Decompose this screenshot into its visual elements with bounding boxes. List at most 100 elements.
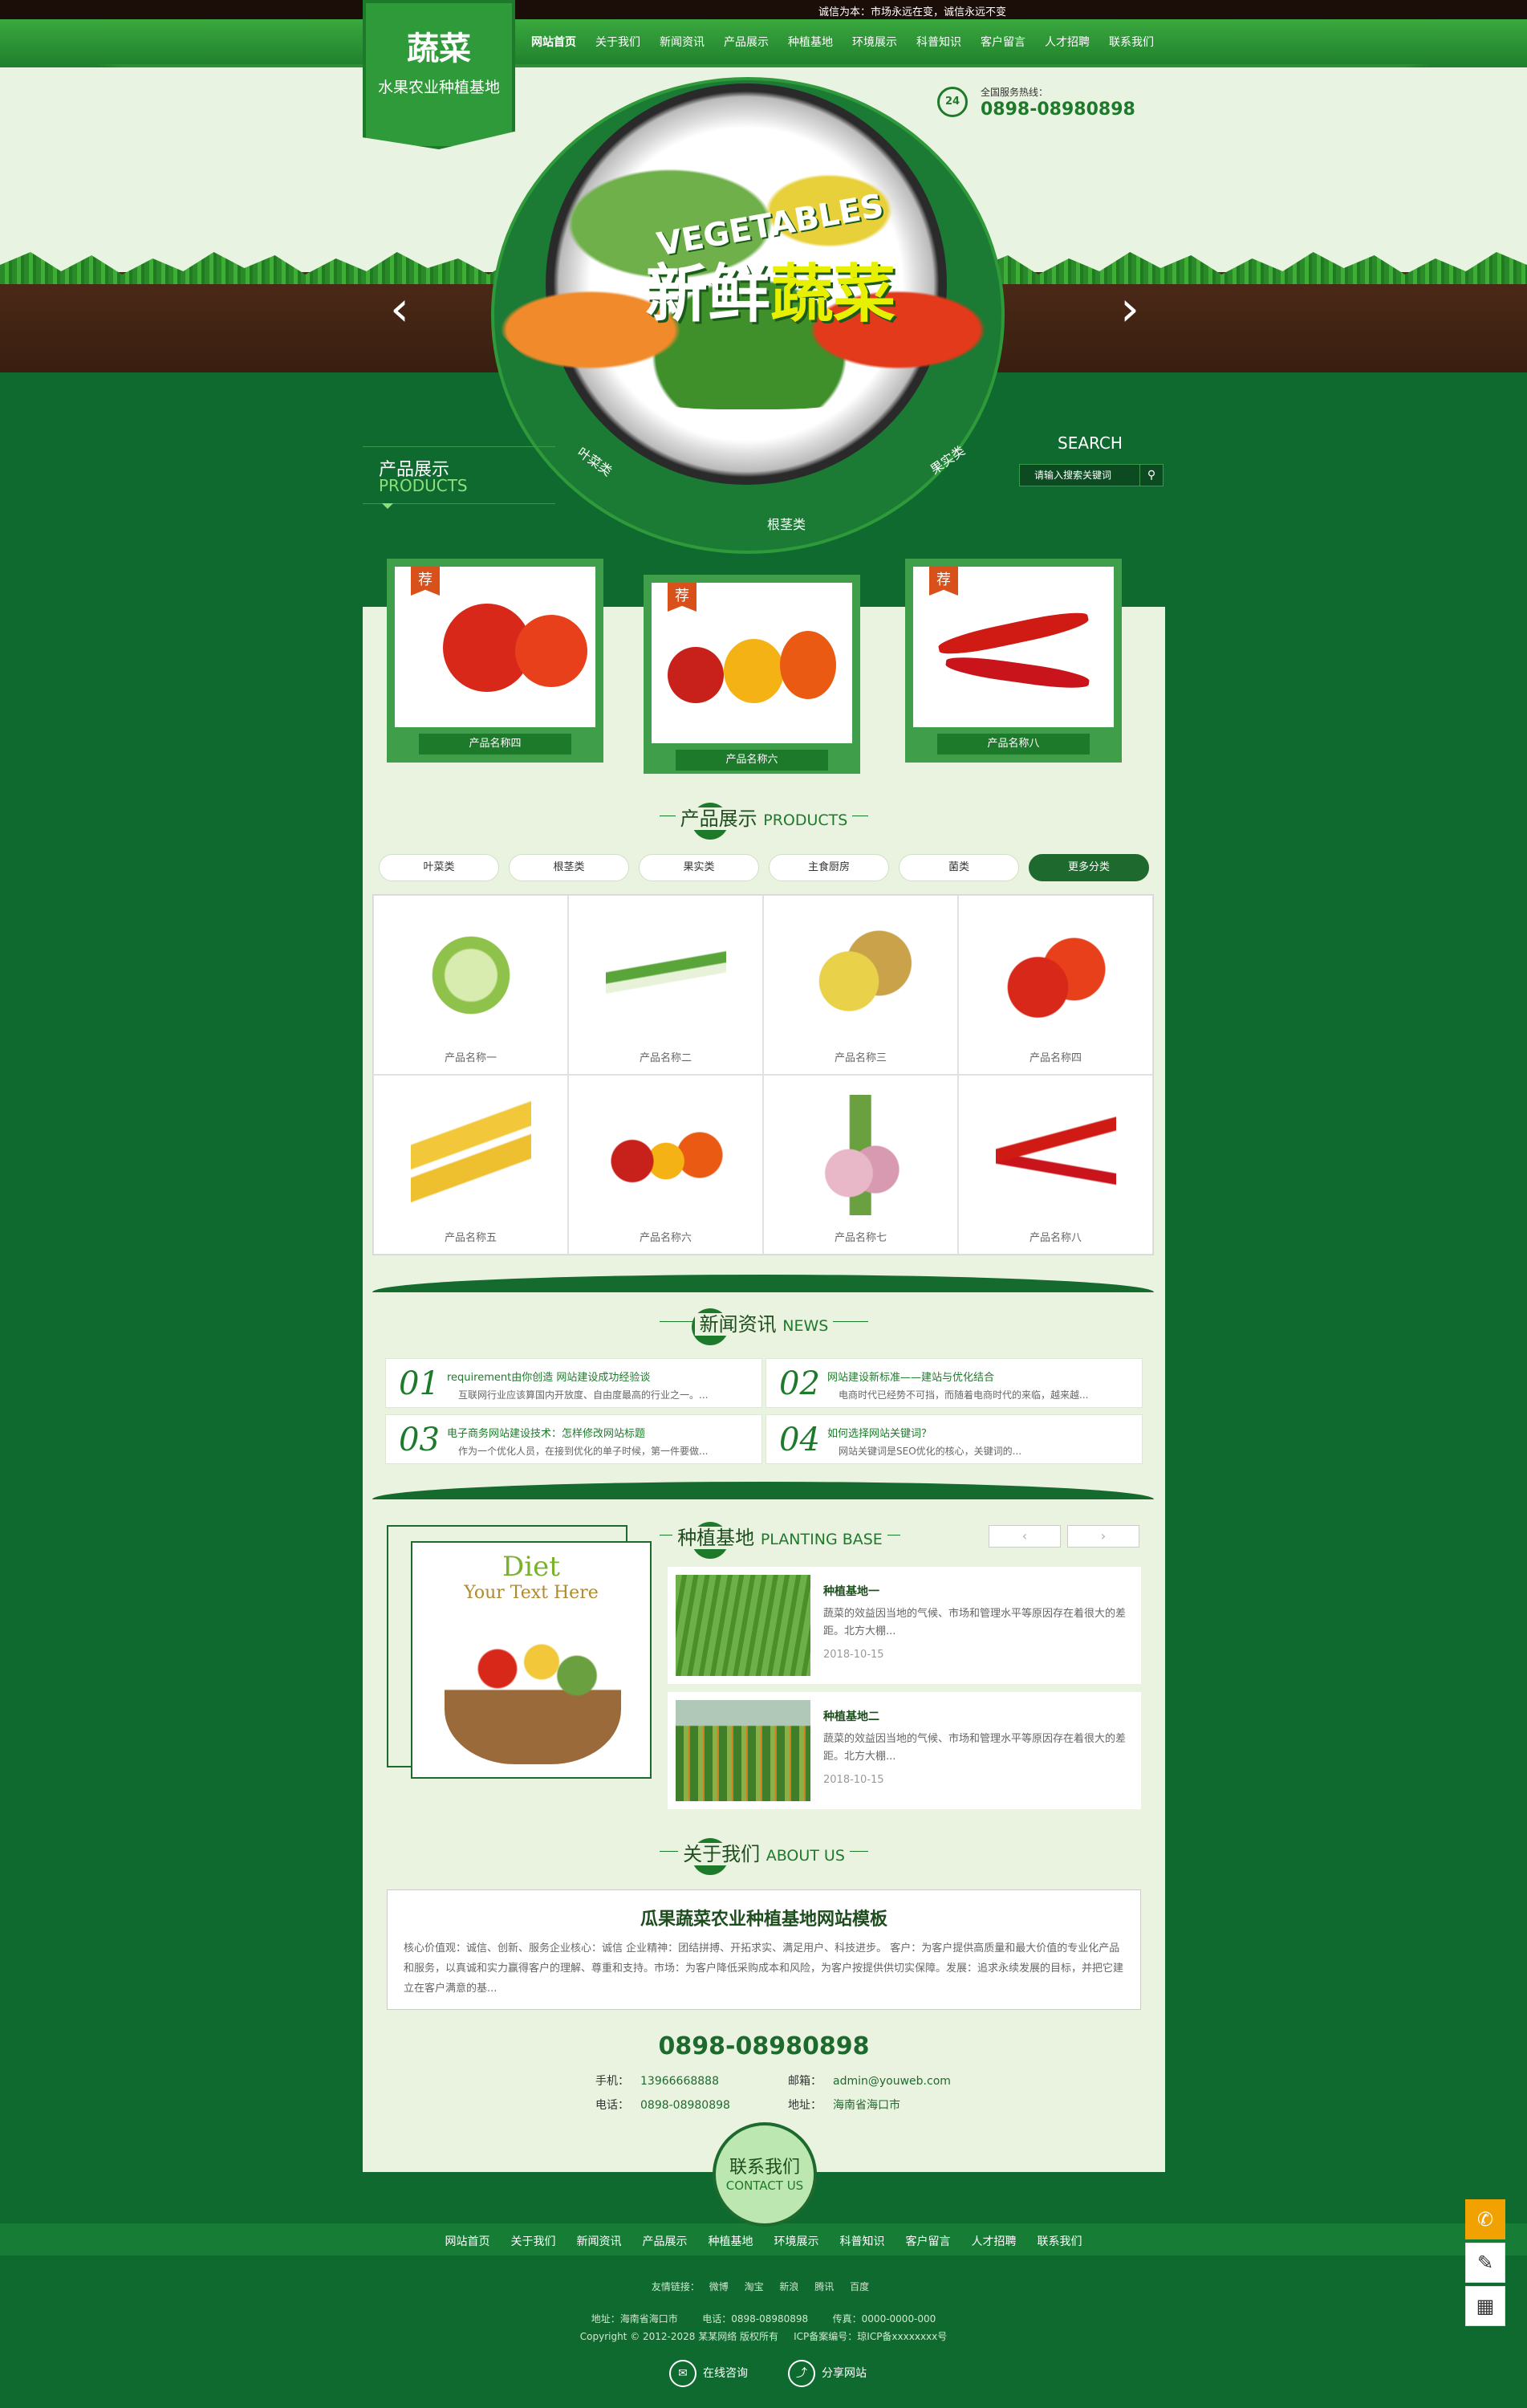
news-title[interactable]: 如何选择网站关键词？ bbox=[827, 1425, 932, 1440]
contact-us-cn: 联系我们 bbox=[729, 2158, 800, 2178]
base-item[interactable]: 种植基地二 蔬菜的效益因当地的气候、市场和管理水平等原因存在着很大的差距。北方大… bbox=[668, 1692, 1141, 1809]
base-next-button[interactable]: › bbox=[1067, 1525, 1139, 1548]
link-taobao[interactable]: 淘宝 bbox=[745, 2281, 764, 2292]
news-item[interactable]: 03 电子商务网站建设技术：怎样修改网站标题 作为一个优化人员，在接到优化的单子… bbox=[385, 1414, 762, 1464]
share-site[interactable]: ⤴ 分享网站 bbox=[788, 2360, 867, 2387]
chili-shape bbox=[936, 607, 1090, 660]
nav-products[interactable]: 产品展示 bbox=[714, 19, 778, 63]
nav-jobs[interactable]: 人才招聘 bbox=[1035, 19, 1099, 63]
nav-environment[interactable]: 环境展示 bbox=[843, 19, 907, 63]
wheel-root[interactable]: 根茎类 bbox=[767, 514, 806, 533]
footer-nav: 网站首页 关于我们 新闻资讯 产品展示 种植基地 环境展示 科普知识 客户留言 … bbox=[0, 2223, 1527, 2255]
news-item[interactable]: 04 如何选择网站关键词？ 网站关键词是SEO优化的核心，关键词的... bbox=[766, 1414, 1143, 1464]
news-title[interactable]: requirement由你创造 网站建设成功经验谈 bbox=[447, 1369, 650, 1384]
footer-nav-about[interactable]: 关于我们 bbox=[501, 2223, 567, 2255]
product-name: 产品名称一 bbox=[444, 1052, 497, 1064]
nav-science[interactable]: 科普知识 bbox=[907, 19, 971, 63]
link-tencent[interactable]: 腾讯 bbox=[814, 2281, 834, 2292]
base-item[interactable]: 种植基地一 蔬菜的效益因当地的气候、市场和管理水平等原因存在着很大的差距。北方大… bbox=[668, 1567, 1141, 1684]
footer-nav-science[interactable]: 科普知识 bbox=[830, 2223, 895, 2255]
contact-email: 邮箱： admin@youweb.com bbox=[788, 2072, 951, 2089]
product-image bbox=[800, 1095, 921, 1215]
pepper-shape bbox=[780, 631, 836, 699]
contact-address-value: 海南省海口市 bbox=[833, 2099, 900, 2112]
product-card[interactable]: 产品名称八 bbox=[958, 1075, 1153, 1255]
product-card[interactable]: 产品名称四 bbox=[958, 895, 1153, 1075]
base-prev-button[interactable]: ‹ bbox=[989, 1525, 1061, 1548]
product-card[interactable]: 产品名称五 bbox=[373, 1075, 568, 1255]
footer-nav-environment[interactable]: 环境展示 bbox=[764, 2223, 830, 2255]
banner-cn-b: 蔬菜 bbox=[770, 258, 896, 331]
featured-name: 产品名称八 bbox=[937, 734, 1090, 755]
search-label: SEARCH bbox=[1058, 433, 1123, 453]
product-card[interactable]: 产品名称七 bbox=[763, 1075, 958, 1255]
tab-leafy[interactable]: 叶菜类 bbox=[379, 854, 499, 881]
product-image bbox=[995, 1095, 1116, 1215]
section-title-en: PRODUCTS bbox=[763, 811, 848, 829]
online-consult[interactable]: ✉ 在线咨询 bbox=[669, 2360, 748, 2387]
product-name: 产品名称四 bbox=[1029, 1052, 1082, 1064]
nav-contact[interactable]: 联系我们 bbox=[1099, 19, 1164, 63]
news-title[interactable]: 网站建设新标准——建站与优化结合 bbox=[827, 1369, 994, 1384]
nav-base[interactable]: 种植基地 bbox=[778, 19, 843, 63]
tab-root[interactable]: 根茎类 bbox=[509, 854, 629, 881]
contact-tel: 电话： 0898-08980898 bbox=[595, 2097, 730, 2113]
link-baidu[interactable]: 百度 bbox=[850, 2281, 869, 2292]
tab-fruit[interactable]: 果实类 bbox=[639, 854, 759, 881]
tab-fungi[interactable]: 菌类 bbox=[899, 854, 1019, 881]
nav-news[interactable]: 新闻资讯 bbox=[650, 19, 714, 63]
featured-product[interactable]: 荐 产品名称八 bbox=[905, 559, 1122, 763]
pepper-shape bbox=[668, 647, 724, 703]
news-item[interactable]: 02 网站建设新标准——建站与优化结合 电商时代已经势不可挡，而随着电商时代的来… bbox=[766, 1358, 1143, 1408]
basket-image bbox=[445, 1628, 621, 1764]
nav-home[interactable]: 网站首页 bbox=[522, 19, 586, 63]
product-image bbox=[410, 1095, 531, 1215]
nav-messages[interactable]: 客户留言 bbox=[971, 19, 1035, 63]
section-title-about: 关于我们 ABOUT US bbox=[660, 1838, 868, 1875]
base-title[interactable]: 种植基地二 bbox=[823, 1708, 879, 1724]
featured-product[interactable]: 荐 产品名称六 bbox=[644, 575, 860, 774]
product-card[interactable]: 产品名称二 bbox=[568, 895, 763, 1075]
featured-product[interactable]: 荐 产品名称四 bbox=[387, 559, 603, 763]
news-title[interactable]: 电子商务网站建设技术：怎样修改网站标题 bbox=[447, 1425, 645, 1440]
contact-us-button[interactable]: 联系我们 CONTACT US bbox=[713, 2122, 817, 2227]
phone-float-icon[interactable]: ✆ bbox=[1465, 2199, 1505, 2239]
edit-float-icon[interactable]: ✎ bbox=[1465, 2243, 1505, 2283]
nav-about[interactable]: 关于我们 bbox=[586, 19, 650, 63]
news-number: 01 bbox=[399, 1365, 440, 1402]
product-name: 产品名称三 bbox=[834, 1052, 887, 1064]
footer-nav-contact[interactable]: 联系我们 bbox=[1027, 2223, 1093, 2255]
banner-prev-arrow-icon[interactable]: ‹ bbox=[390, 281, 409, 337]
footer-nav-jobs[interactable]: 人才招聘 bbox=[961, 2223, 1027, 2255]
share-icon: ⤴ bbox=[788, 2360, 815, 2387]
banner-text: VEGETABLES 新鲜蔬菜 bbox=[610, 188, 931, 334]
contact-email-value[interactable]: admin@youweb.com bbox=[833, 2075, 951, 2088]
product-card[interactable]: 产品名称三 bbox=[763, 895, 958, 1075]
about-title: 瓜果蔬菜农业种植基地网站模板 bbox=[640, 1910, 887, 1930]
product-card[interactable]: 产品名称一 bbox=[373, 895, 568, 1075]
section-title-text: 种植基地 PLANTING BASE bbox=[672, 1527, 887, 1549]
product-name: 产品名称五 bbox=[444, 1232, 497, 1244]
product-card[interactable]: 产品名称六 bbox=[568, 1075, 763, 1255]
footer-nav-messages[interactable]: 客户留言 bbox=[895, 2223, 961, 2255]
product-name: 产品名称六 bbox=[639, 1232, 692, 1244]
news-desc: 互联网行业应该算国内开放度、自由度最高的行业之一。... bbox=[458, 1389, 709, 1401]
footer-nav-base[interactable]: 种植基地 bbox=[698, 2223, 764, 2255]
qrcode-float-icon[interactable]: ▦ bbox=[1465, 2286, 1505, 2326]
site-logo[interactable]: 蔬菜 水果农业种植基地 bbox=[363, 0, 515, 149]
footer-nav-news[interactable]: 新闻资讯 bbox=[567, 2223, 632, 2255]
banner-next-arrow-icon[interactable]: › bbox=[1120, 281, 1139, 337]
link-weibo[interactable]: 微博 bbox=[709, 2281, 729, 2292]
search-icon[interactable]: ⚲ bbox=[1139, 464, 1164, 486]
contact-email-label: 邮箱： bbox=[788, 2075, 822, 2088]
footer-nav-products[interactable]: 产品展示 bbox=[632, 2223, 698, 2255]
tab-more[interactable]: 更多分类 bbox=[1029, 854, 1149, 881]
link-sina[interactable]: 新浪 bbox=[779, 2281, 798, 2292]
base-title[interactable]: 种植基地一 bbox=[823, 1583, 879, 1599]
news-item[interactable]: 01 requirement由你创造 网站建设成功经验谈 互联网行业应该算国内开… bbox=[385, 1358, 762, 1408]
tab-staple[interactable]: 主食厨房 bbox=[769, 854, 889, 881]
contact-mobile-label: 手机： bbox=[595, 2075, 629, 2088]
footer-nav-home[interactable]: 网站首页 bbox=[435, 2223, 501, 2255]
diet-image: Diet Your Text Here bbox=[411, 1541, 652, 1779]
contact-mobile-value: 13966668888 bbox=[640, 2075, 719, 2088]
